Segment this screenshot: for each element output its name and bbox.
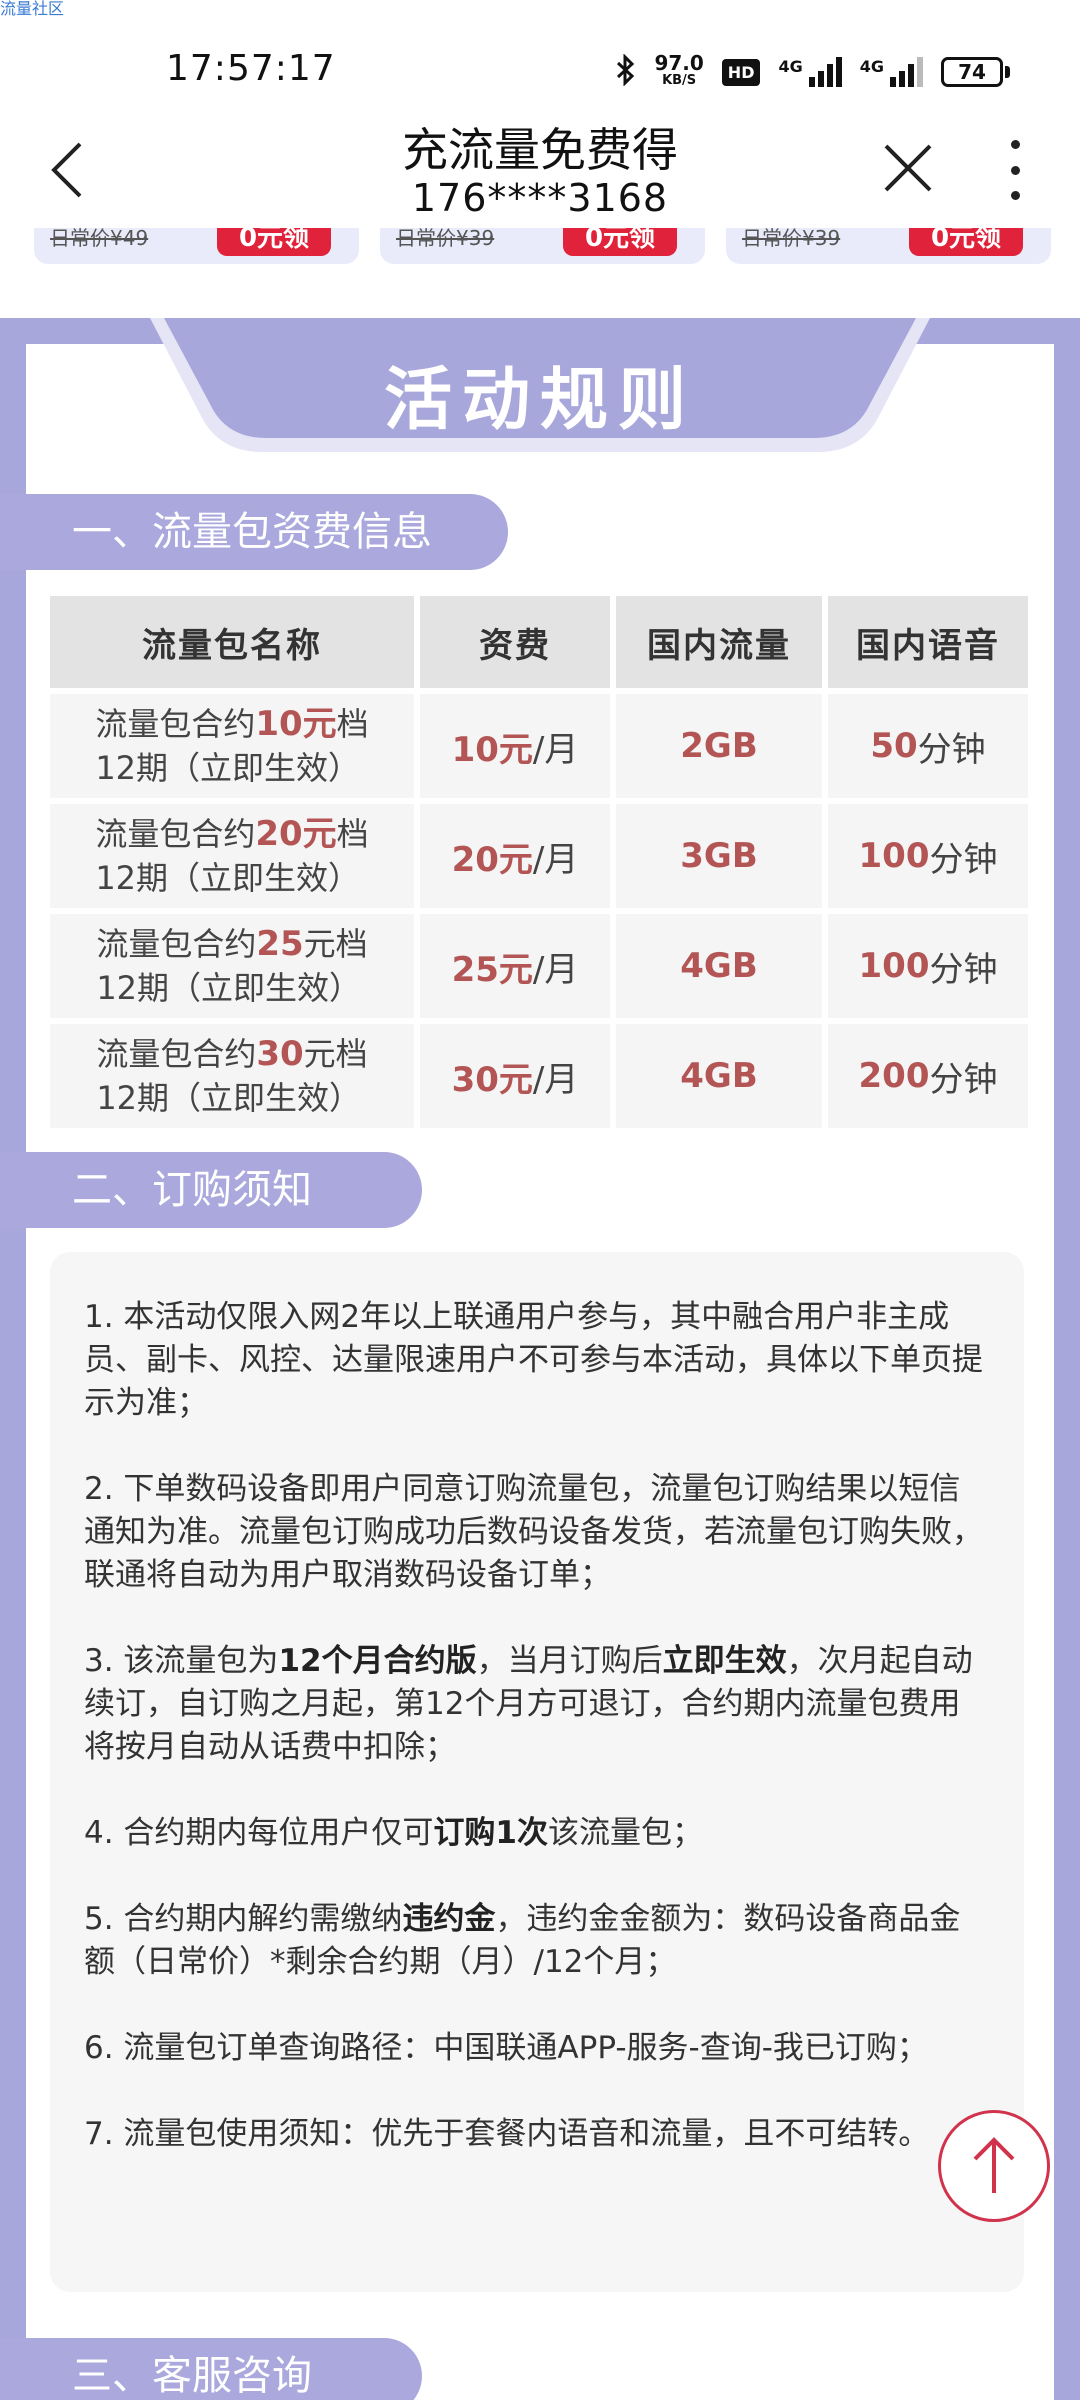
fee-table: 流量包名称 资费 国内流量 国内语音 流量包合约10元档 12期（立即生效） 10… (50, 596, 1034, 1134)
section-header-notice: 二、订购须知 (0, 1152, 422, 1228)
table-row: 流量包合约30元档 12期（立即生效） 30元/月 4GB 200 分钟 (50, 1024, 1034, 1128)
voice-cell: 100 分钟 (828, 804, 1028, 908)
battery-level: 74 (941, 57, 1003, 87)
package-name-cell: 流量包合约20元档 12期（立即生效） (50, 804, 414, 908)
notice-box: 1. 本活动仅限入网2年以上联通用户参与，其中融合用户非主成员、副卡、风控、达量… (50, 1252, 1024, 2292)
close-button[interactable] (880, 140, 936, 196)
title-bar: 充流量免费得 176****3168 (0, 110, 1080, 230)
section-header-fees: 一、流量包资费信息 (0, 494, 508, 570)
old-price: 日常价¥39 (742, 226, 841, 250)
clock: 17:57:17 (166, 48, 336, 89)
speed-unit: KB/S (662, 73, 697, 88)
fee-cell: 10元/月 (420, 694, 610, 798)
voice-cell: 100 分钟 (828, 914, 1028, 1018)
package-name-cell: 流量包合约30元档 12期（立即生效） (50, 1024, 414, 1128)
column-header: 国内流量 (616, 596, 822, 688)
table-row: 流量包合约25元档 12期（立即生效） 25元/月 4GB 100 分钟 (50, 914, 1034, 1018)
package-name-cell: 流量包合约10元档 12期（立即生效） (50, 694, 414, 798)
section-header-service: 三、客服咨询 (0, 2338, 422, 2400)
status-icons: 97.0 KB/S HD 4G 4G 74 (616, 52, 1010, 92)
data-cell: 2GB (616, 694, 822, 798)
old-price: 日常价¥49 (50, 226, 149, 250)
voice-cell: 50 分钟 (828, 694, 1028, 798)
network-speed: 97.0 KB/S (654, 51, 704, 90)
signal-sim1-icon: 4G (778, 57, 842, 87)
claim-button[interactable]: 0元领 (217, 225, 331, 256)
column-header: 流量包名称 (50, 596, 414, 688)
fee-cell: 20元/月 (420, 804, 610, 908)
data-cell: 4GB (616, 1024, 822, 1128)
page: 流量社区 17:57:17 97.0 KB/S HD 4G 4G 74 充流量免… (0, 0, 1080, 2400)
speed-value: 97.0 (654, 51, 704, 75)
more-dot-icon (1010, 165, 1020, 175)
table-row: 流量包合约10元档 12期（立即生效） 10元/月 2GB 50 分钟 (50, 694, 1034, 798)
rules-header-tab: 活动规则 (150, 318, 930, 458)
product-card[interactable]: 日常价¥39 0元领 (726, 225, 1051, 264)
more-dot-icon (1010, 191, 1020, 200)
battery-icon: 74 (941, 57, 1010, 87)
column-header: 国内语音 (828, 596, 1028, 688)
claim-button[interactable]: 0元领 (909, 225, 1023, 256)
more-menu-button[interactable] (1000, 140, 1030, 200)
product-card[interactable]: 日常价¥49 0元领 (34, 225, 359, 264)
arrow-up-icon (973, 2137, 1015, 2193)
hd-voice-icon: HD (721, 58, 761, 86)
signal-sim2-icon: 4G (860, 57, 923, 87)
voice-cell: 200 分钟 (828, 1024, 1028, 1128)
product-strip: 日常价¥49 0元领 日常价¥39 0元领 日常价¥39 0元领 (0, 225, 1080, 264)
back-to-top-button[interactable] (938, 2110, 1050, 2222)
notice-item: 5. 合约期内解约需缴纳违约金，违约金金额为：数码设备商品金额（日常价）*剩余合… (84, 1901, 961, 1980)
more-dot-icon (1010, 140, 1020, 149)
package-name-cell: 流量包合约25元档 12期（立即生效） (50, 914, 414, 1018)
rules-title: 活动规则 (383, 361, 696, 440)
claim-button[interactable]: 0元领 (563, 225, 677, 256)
table-header-row: 流量包名称 资费 国内流量 国内语音 (50, 596, 1034, 688)
data-cell: 4GB (616, 914, 822, 1018)
notice-item: 7. 流量包使用须知：优先于套餐内语音和流量，且不可结转。 (84, 2116, 930, 2152)
data-cell: 3GB (616, 804, 822, 908)
notice-item: 4. 合约期内每位用户仅可订购1次该流量包； (84, 1815, 704, 1851)
bluetooth-icon (616, 52, 636, 91)
fee-cell: 30元/月 (420, 1024, 610, 1128)
notice-item: 6. 流量包订单查询路径：中国联通APP-服务-查询-我已订购； (84, 2030, 928, 2066)
notice-item: 3. 该流量包为12个月合约版，当月订购后立即生效，次月起自动续订，自订购之月起… (84, 1643, 973, 1765)
close-icon (884, 144, 932, 192)
old-price: 日常价¥39 (396, 226, 495, 250)
notice-item: 2. 下单数码设备即用户同意订购流量包，流量包订购结果以短信通知为准。流量包订购… (84, 1471, 983, 1593)
product-card[interactable]: 日常价¥39 0元领 (380, 225, 705, 264)
fee-cell: 25元/月 (420, 914, 610, 1018)
column-header: 资费 (420, 596, 610, 688)
notice-item: 1. 本活动仅限入网2年以上联通用户参与，其中融合用户非主成员、副卡、风控、达量… (84, 1299, 983, 1421)
table-row: 流量包合约20元档 12期（立即生效） 20元/月 3GB 100 分钟 (50, 804, 1034, 908)
